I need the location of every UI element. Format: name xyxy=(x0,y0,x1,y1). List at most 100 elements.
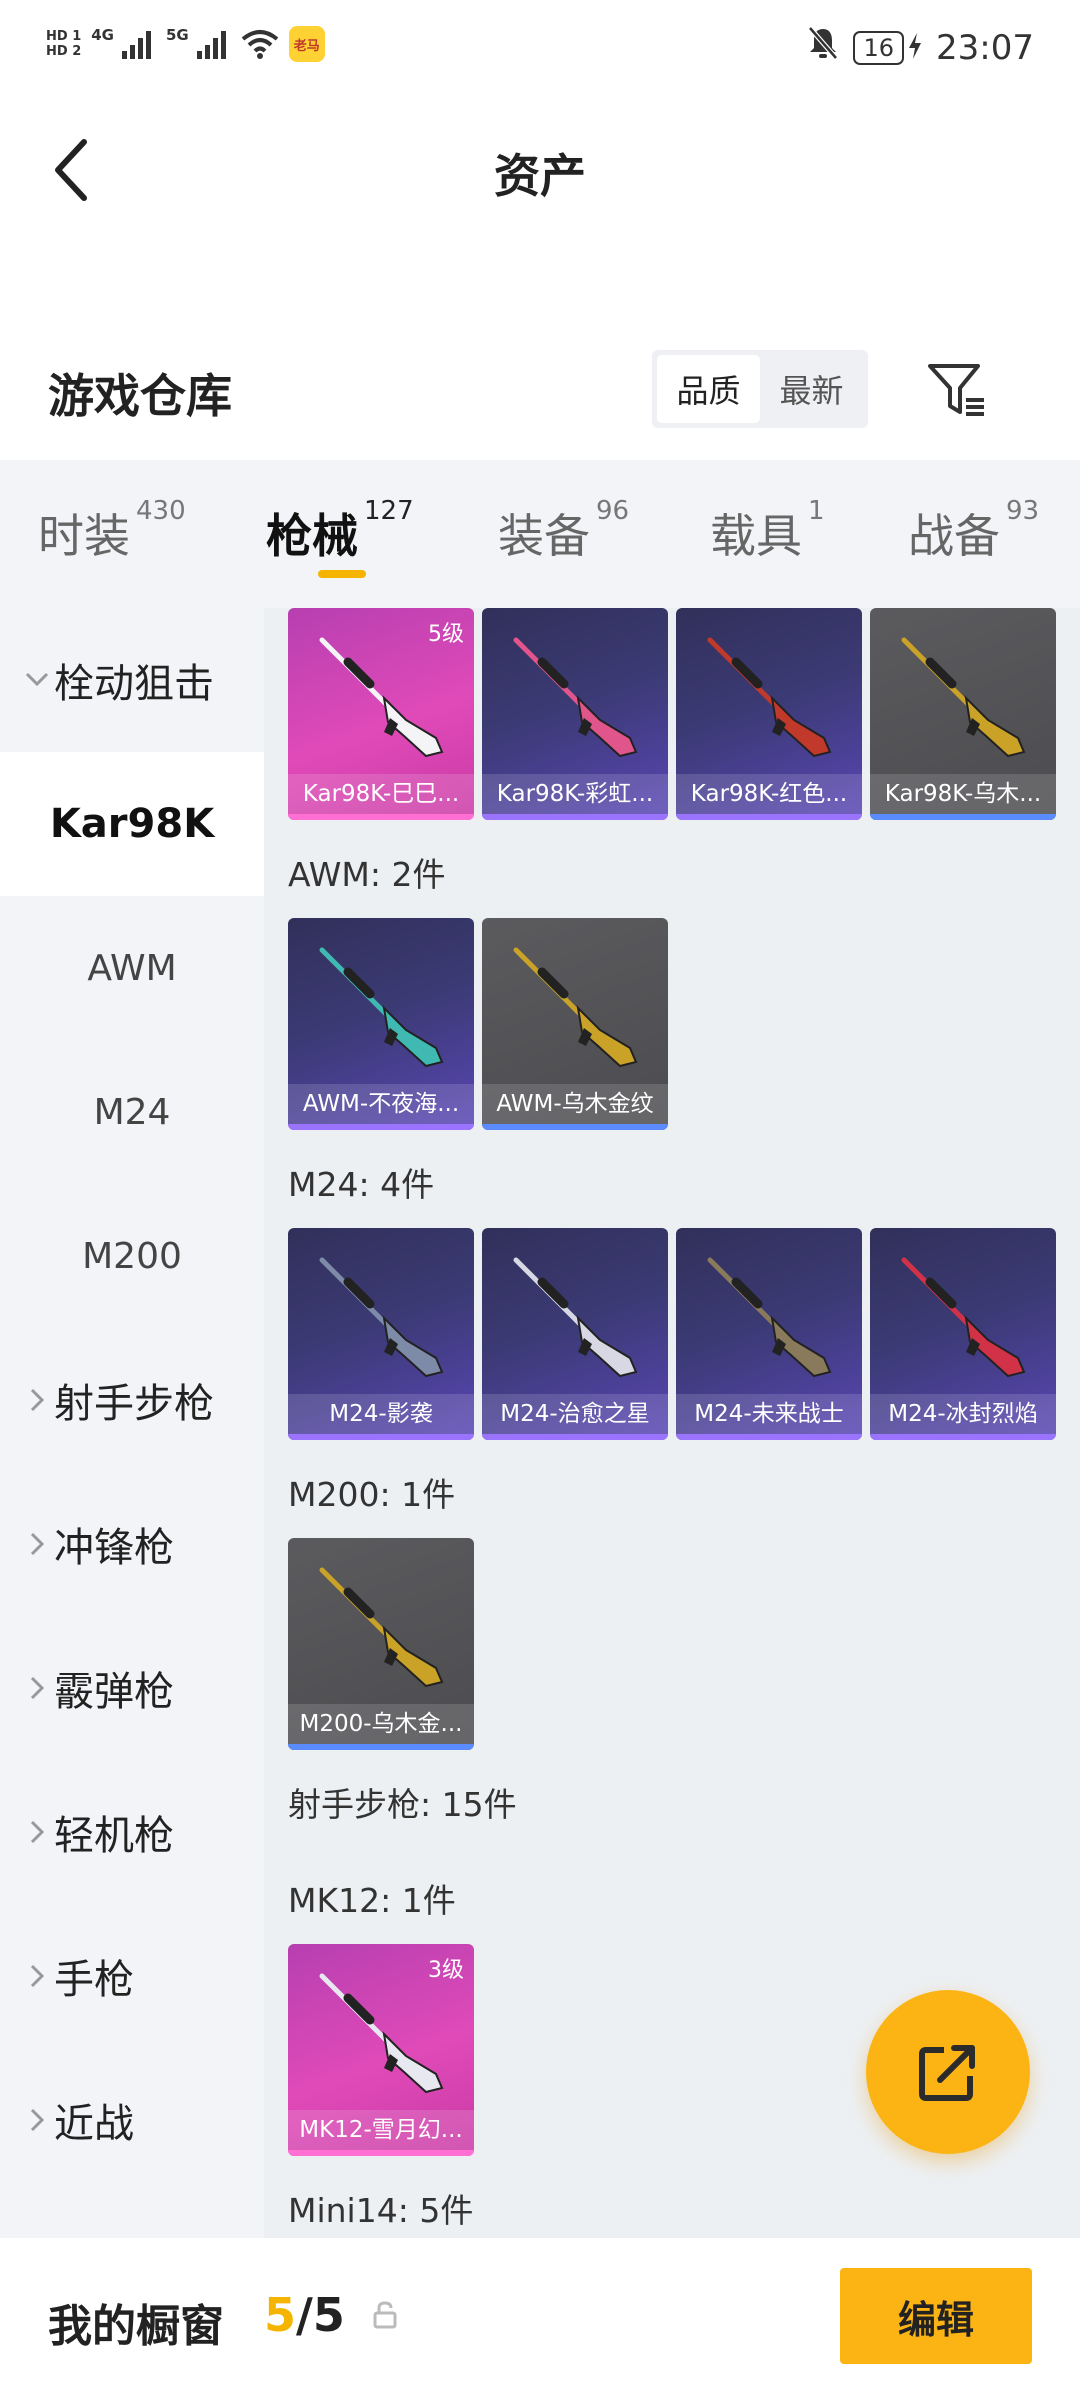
sort-toggle: 品质 最新 xyxy=(652,350,868,428)
chevron-right-icon xyxy=(20,1820,54,1844)
sidebar-item-label: 冲锋枪 xyxy=(54,1525,174,1571)
sidebar-item-awm[interactable]: AWM xyxy=(0,896,264,1040)
tab-weapons[interactable]: 枪械 127 xyxy=(266,496,414,566)
item-name: Kar98K-巳巳... xyxy=(288,774,474,814)
sidebar-item-label: M200 xyxy=(82,1235,182,1277)
item-card[interactable]: Kar98K-乌木... xyxy=(870,608,1056,820)
battery-level: 16 xyxy=(853,30,905,65)
item-level-badge: 5级 xyxy=(428,622,464,647)
sidebar-item-kar98k[interactable]: Kar98K xyxy=(0,752,264,896)
status-bar: HD 1 HD 2 4G 5G 老马 16 23:07 xyxy=(0,0,1080,100)
filter-icon xyxy=(928,364,984,416)
sidebar-item-smg[interactable]: 冲锋枪 xyxy=(0,1472,264,1616)
warehouse-header: 游戏仓库 品质 最新 xyxy=(0,340,1080,460)
tab-label: 战备 xyxy=(908,509,1000,563)
item-name: M24-未来战士 xyxy=(676,1394,862,1434)
item-name: M200-乌木金... xyxy=(288,1704,474,1744)
sidebar-item-m24[interactable]: M24 xyxy=(0,1040,264,1184)
share-fab-button[interactable] xyxy=(866,1990,1030,2154)
wifi-icon xyxy=(241,29,279,59)
item-card[interactable]: M24-未来战士 xyxy=(676,1228,862,1440)
tab-outfits[interactable]: 时装 430 xyxy=(38,496,186,566)
status-left: HD 1 HD 2 4G 5G 老马 xyxy=(46,26,325,62)
tab-count: 93 xyxy=(1006,496,1040,526)
rifle-icon xyxy=(707,1257,832,1378)
tab-count: 430 xyxy=(136,496,186,526)
item-card[interactable]: Kar98K-彩虹... xyxy=(482,608,668,820)
chevron-right-icon xyxy=(20,1964,54,1988)
app-root: HD 1 HD 2 4G 5G 老马 16 23:07 资产 游戏仓库 品质 最… xyxy=(0,0,1080,2400)
clock: 23:07 xyxy=(936,27,1034,68)
tab-count: 96 xyxy=(596,496,630,526)
rifle-icon xyxy=(513,1257,638,1378)
sidebar-item-pistol[interactable]: 手枪 xyxy=(0,1904,264,2048)
rarity-bar xyxy=(482,814,668,820)
item-name: Kar98K-乌木... xyxy=(870,774,1056,814)
hd-indicator: HD 1 HD 2 xyxy=(46,29,81,59)
rifle-icon xyxy=(901,637,1026,758)
page-title: 资产 xyxy=(494,149,586,203)
rarity-bar xyxy=(870,814,1056,820)
section-label-mk12: MK12: 1件 xyxy=(288,1881,456,1920)
item-card[interactable]: 5级 Kar98K-巳巳... xyxy=(288,608,474,820)
chevron-right-icon xyxy=(20,1388,54,1412)
sort-quality-button[interactable]: 品质 xyxy=(657,355,760,423)
item-card[interactable]: M24-治愈之星 xyxy=(482,1228,668,1440)
signal-icon xyxy=(196,29,231,59)
sidebar-item-marksman-rifle[interactable]: 射手步枪 xyxy=(0,1328,264,1472)
charging-icon xyxy=(908,28,922,68)
item-name: Kar98K-彩虹... xyxy=(482,774,668,814)
sidebar-item-label: 栓动狙击 xyxy=(54,661,214,707)
showcase-bar: 我的橱窗 5 / 5 编辑 xyxy=(0,2238,1080,2400)
item-level-badge: 3级 xyxy=(428,1958,464,1983)
sidebar-item-melee[interactable]: 近战 xyxy=(0,2048,264,2192)
rarity-bar xyxy=(482,1434,668,1440)
item-card[interactable]: AWM-乌木金纹 xyxy=(482,918,668,1130)
item-name: AWM-乌木金纹 xyxy=(482,1084,668,1124)
item-name: M24-冰封烈焰 xyxy=(870,1394,1056,1434)
rarity-bar xyxy=(288,814,474,820)
item-name: M24-治愈之星 xyxy=(482,1394,668,1434)
edit-button[interactable]: 编辑 xyxy=(840,2268,1032,2364)
lock-icon xyxy=(370,2300,400,2334)
rifle-icon xyxy=(513,637,638,758)
tab-vehicles[interactable]: 载具 1 xyxy=(710,496,825,566)
rifle-icon xyxy=(319,947,444,1068)
share-icon xyxy=(919,2045,975,2101)
sidebar-item-m200[interactable]: M200 xyxy=(0,1184,264,1328)
item-card[interactable]: Kar98K-红色... xyxy=(676,608,862,820)
tab-count: 127 xyxy=(364,496,414,526)
rarity-bar xyxy=(870,1434,1056,1440)
item-card[interactable]: M24-影袭 xyxy=(288,1228,474,1440)
network-4g-label: 4G xyxy=(91,26,114,44)
tab-equipment[interactable]: 装备 96 xyxy=(498,496,629,566)
item-card[interactable]: M200-乌木金... xyxy=(288,1538,474,1750)
chevron-right-icon xyxy=(20,1532,54,1556)
rarity-bar xyxy=(482,1124,668,1130)
mute-bell-icon xyxy=(807,26,839,69)
rarity-bar xyxy=(288,2150,474,2156)
rifle-icon xyxy=(319,1567,444,1688)
sidebar-item-bolt-action[interactable]: 栓动狙击 xyxy=(0,608,264,752)
sidebar-item-shotgun[interactable]: 霰弹枪 xyxy=(0,1616,264,1760)
section-label-m200: M200: 1件 xyxy=(288,1475,456,1514)
category-tabs: 时装 430 枪械 127 装备 96 载具 1 战备 93 xyxy=(0,460,1080,608)
section-label-m24: M24: 4件 xyxy=(288,1165,435,1204)
tab-supplies[interactable]: 战备 93 xyxy=(908,496,1039,566)
sidebar-item-lmg[interactable]: 轻机枪 xyxy=(0,1760,264,1904)
tab-label: 装备 xyxy=(498,509,590,563)
item-card[interactable]: AWM-不夜海... xyxy=(288,918,474,1130)
item-name: Kar98K-红色... xyxy=(676,774,862,814)
rarity-bar xyxy=(676,814,862,820)
item-card[interactable]: 3级 MK12-雪月幻... xyxy=(288,1944,474,2156)
filter-button[interactable] xyxy=(920,354,992,426)
section-label-marksman: 射手步枪: 15件 xyxy=(288,1785,517,1824)
item-name: MK12-雪月幻... xyxy=(288,2110,474,2150)
rifle-icon xyxy=(707,637,832,758)
sort-latest-button[interactable]: 最新 xyxy=(760,355,863,423)
hd2-label: HD 2 xyxy=(46,44,82,59)
item-card[interactable]: M24-冰封烈焰 xyxy=(870,1228,1056,1440)
app-notification-icon: 老马 xyxy=(288,26,325,62)
rifle-icon xyxy=(513,947,638,1068)
chevron-down-icon xyxy=(20,672,54,688)
